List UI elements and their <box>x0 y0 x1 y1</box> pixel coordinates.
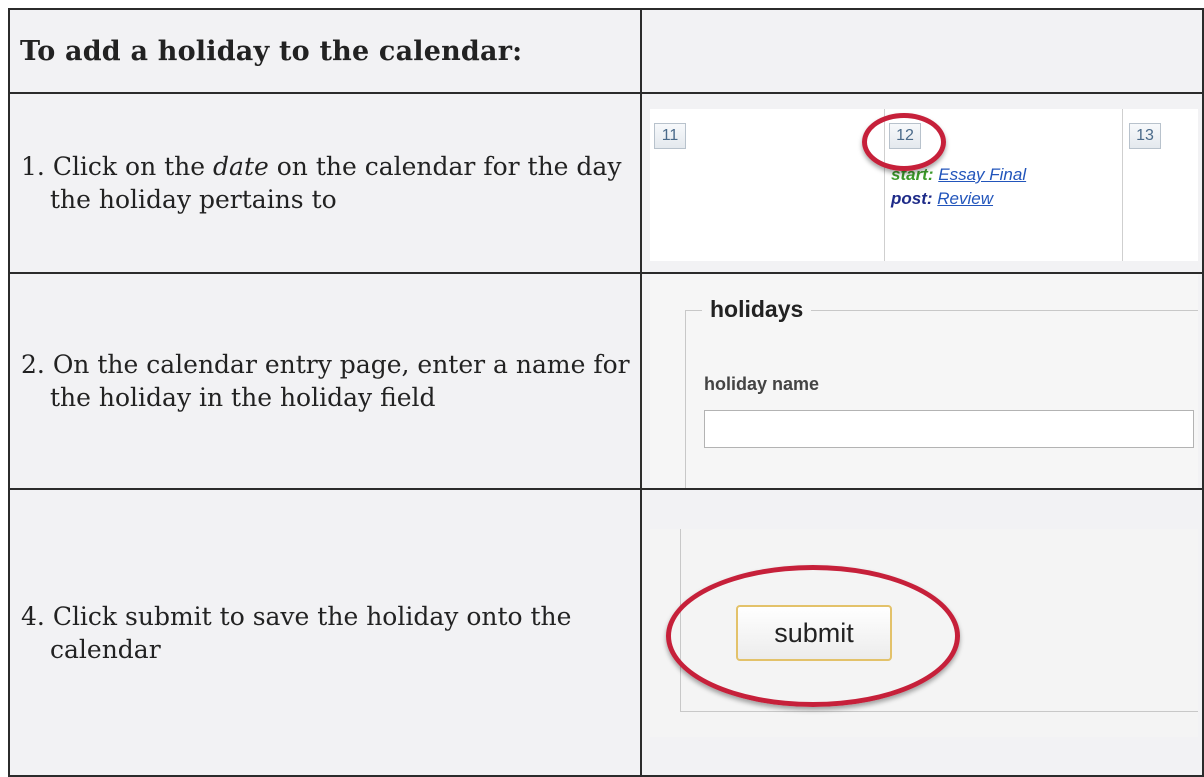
step-row: 4. Click submit to save the holiday onto… <box>8 488 1204 777</box>
step-4-body: Click submit to save the holiday onto th… <box>50 601 572 664</box>
calendar-day-11[interactable]: 11 <box>654 123 686 149</box>
step-row: 2. On the calendar entry page, enter a n… <box>8 272 1204 490</box>
holiday-form-screenshot: holidays holiday name <box>650 274 1198 488</box>
step-2-text: 2. On the calendar entry page, enter a n… <box>10 348 640 414</box>
calendar-cell-13: 13 <box>1123 109 1198 261</box>
step-number: 2. <box>21 350 45 379</box>
holiday-name-input[interactable] <box>704 410 1194 448</box>
step-image-cell: submit <box>640 488 1204 777</box>
step-text-cell: 1. Click on the date on the calendar for… <box>8 92 642 274</box>
entry-link-essay-final[interactable]: Essay Final <box>938 165 1026 184</box>
step-text-cell: 4. Click submit to save the holiday onto… <box>8 488 642 777</box>
holiday-name-label: holiday name <box>704 374 820 394</box>
step-2-body: On the calendar entry page, enter a name… <box>50 350 630 412</box>
step-1-emphasis: date <box>213 152 269 181</box>
step-image-cell: holidays holiday name <box>640 272 1204 490</box>
step-number: 1. <box>21 152 45 181</box>
calendar-entry-post: post: Review <box>891 189 993 209</box>
instruction-table: To add a holiday to the calendar: 1. Cli… <box>8 8 1204 777</box>
entry-label: post: <box>891 189 933 208</box>
step-image-cell: 11 12 start: Essay Final post: Review 13 <box>640 92 1204 274</box>
step-1-text: 1. Click on the date on the calendar for… <box>10 150 640 216</box>
calendar-screenshot: 11 12 start: Essay Final post: Review 13 <box>650 109 1198 261</box>
highlight-circle <box>862 113 946 171</box>
instructions-title: To add a holiday to the calendar: <box>20 35 523 67</box>
step-text-cell: 2. On the calendar entry page, enter a n… <box>8 272 642 490</box>
entry-link-review[interactable]: Review <box>937 189 993 208</box>
holidays-legend: holidays <box>702 296 812 323</box>
submit-screenshot: submit <box>650 528 1198 737</box>
step-4-text: 4. Click submit to save the holiday onto… <box>10 600 640 666</box>
calendar-cell-11: 11 <box>650 109 885 261</box>
step-1-text-before: Click on the <box>52 152 214 181</box>
header-cell: To add a holiday to the calendar: <box>8 8 642 94</box>
header-row: To add a holiday to the calendar: <box>8 8 1204 94</box>
step-row: 1. Click on the date on the calendar for… <box>8 92 1204 274</box>
calendar-day-13[interactable]: 13 <box>1129 123 1161 149</box>
header-empty-cell <box>640 8 1204 94</box>
holidays-fieldset <box>685 310 1198 488</box>
step-number: 4. <box>21 601 45 631</box>
highlight-circle <box>666 564 960 707</box>
